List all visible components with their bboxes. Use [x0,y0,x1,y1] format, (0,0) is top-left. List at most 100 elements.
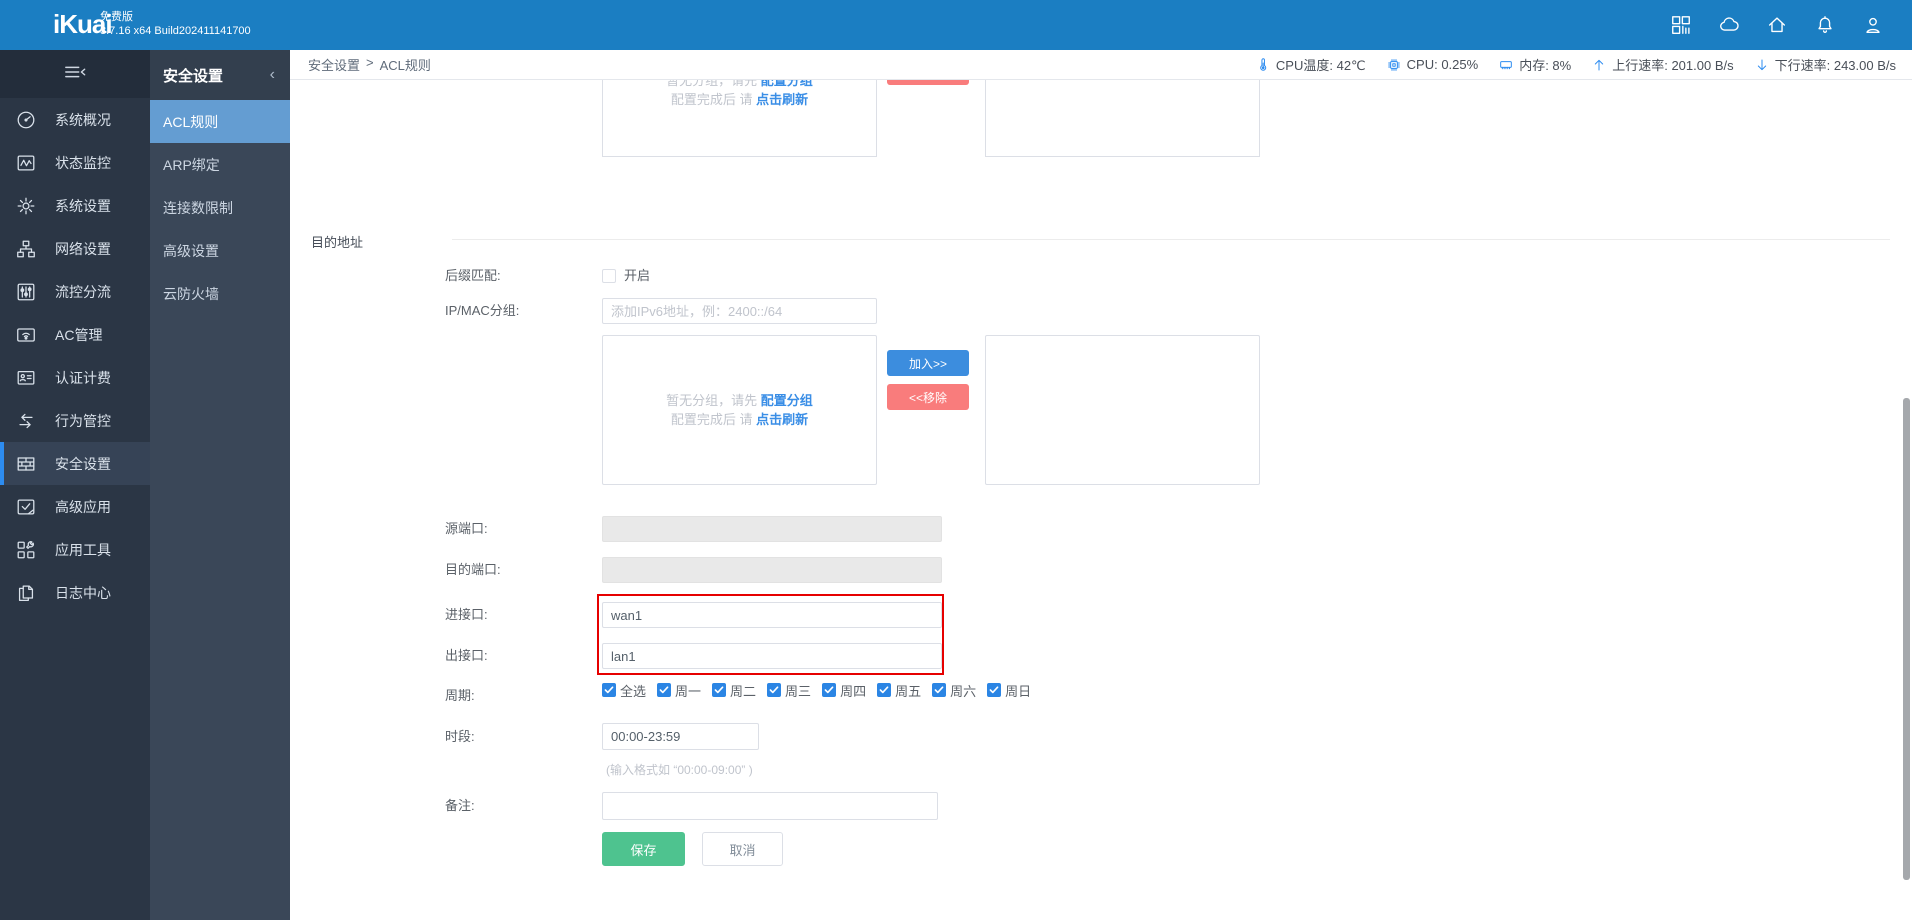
submenu-title: 安全设置 [163,67,224,85]
available-groups-listbox[interactable]: 暂无分组，请先 配置分组 配置完成后 请 点击刷新 [602,335,877,485]
cancel-button[interactable]: 取消 [702,832,783,866]
suffix-match-option-label: 开启 [624,268,651,283]
add-to-group-button[interactable]: 加入>> [887,350,969,376]
sidebar-item-label: 应用工具 [55,541,111,558]
user-icon[interactable] [1862,14,1884,36]
week-checkbox-group: 全选 周一 周二 周三 周四 周五 周六 周日 [602,677,1031,703]
submenu-item-connection-limit[interactable]: 连接数限制 [150,186,290,229]
checkbox-checked-icon[interactable] [822,683,837,697]
week-option-thursday[interactable]: 周四 [822,681,866,700]
system-metrics: CPU温度: 42℃ CPU: 0.25% 内存: 8% 上行速率: 201.0… [1255,55,1896,74]
checkbox-checked-icon[interactable] [987,683,1002,697]
week-option-label: 周一 [675,683,702,699]
week-option-monday[interactable]: 周一 [657,681,701,700]
swap-arrows-icon [15,410,37,432]
source-port-label: 源端口: [445,521,488,536]
configure-group-link[interactable]: 配置分组 [761,393,813,408]
sidebar-item-label: 流控分流 [55,283,111,300]
out-interface-row: 出接口: [290,643,1912,669]
bell-icon[interactable] [1814,14,1836,36]
wifi-icon [15,324,37,346]
chevron-left-icon[interactable]: ‹ [270,66,275,84]
remove-from-group-button-clipped[interactable]: <<移除 [887,80,969,85]
sidebar-item-advanced-apps[interactable]: 高级应用 [0,485,150,528]
remark-input[interactable] [602,792,938,820]
acl-rule-form: 暂无分组，请先 配置分组 配置完成后 请 点击刷新 <<移除 目的地址 后缀匹配… [290,80,1912,920]
gauge-icon [15,109,37,131]
arrow-up-icon [1591,57,1607,73]
sidebar-item-app-tools[interactable]: 应用工具 [0,528,150,571]
arrow-down-icon [1754,57,1770,73]
sidebar-item-security-settings[interactable]: 安全设置 [0,442,150,485]
sidebar-item-network-settings[interactable]: 网络设置 [0,227,150,270]
sidebar-item-label: 高级应用 [55,498,111,515]
sidebar-item-flow-control[interactable]: 流控分流 [0,270,150,313]
checkbox-checked-icon[interactable] [767,683,782,697]
week-option-tuesday[interactable]: 周二 [712,681,756,700]
sidebar-item-label: 状态监控 [55,154,111,171]
time-range-input[interactable] [602,723,759,750]
sidebar-item-ac-management[interactable]: AC管理 [0,313,150,356]
sidebar-item-auth-billing[interactable]: 认证计费 [0,356,150,399]
week-option-friday[interactable]: 周五 [877,681,921,700]
dest-port-input [602,557,942,583]
in-interface-input[interactable] [602,602,942,628]
checkbox-checked-icon[interactable] [657,683,672,697]
metric-text: 内存: 8% [1519,58,1572,73]
save-button[interactable]: 保存 [602,832,685,866]
time-format-hint: (输入格式如 “00:00-09:00” ) [606,763,753,777]
refresh-link[interactable]: 点击刷新 [756,92,808,107]
submenu-item-arp-binding[interactable]: ARP绑定 [150,143,290,186]
submenu-item-cloud-firewall[interactable]: 云防火墙 [150,272,290,315]
week-option-label: 周四 [840,683,867,699]
refresh-link[interactable]: 点击刷新 [756,412,808,427]
dest-port-label: 目的端口: [445,562,501,577]
topbar: iKuai 免费版 3.7.16 x64 Build202411141700 [0,0,1912,50]
ipv6-address-input[interactable] [602,298,877,324]
time-range-label: 时段: [445,729,475,744]
selected-groups-listbox[interactable] [985,335,1260,485]
cpu-usage-metric: CPU: 0.25% [1386,57,1479,73]
in-interface-row: 进接口: [290,602,1912,628]
week-option-saturday[interactable]: 周六 [932,681,976,700]
sidebar-collapse-toggle[interactable] [0,50,150,98]
firewall-icon [15,453,37,475]
sidebar-item-system-settings[interactable]: 系统设置 [0,184,150,227]
remove-from-group-button[interactable]: <<移除 [887,384,969,410]
submenu-item-advanced-settings[interactable]: 高级设置 [150,229,290,272]
apps-grid-icon[interactable] [1670,14,1692,36]
week-option-all[interactable]: 全选 [602,681,646,700]
sliders-icon [15,281,37,303]
sidebar-item-system-overview[interactable]: 系统概况 [0,98,150,141]
cloud-icon[interactable] [1718,14,1740,36]
sidebar-item-status-monitor[interactable]: 状态监控 [0,141,150,184]
logs-icon [15,582,37,604]
home-icon[interactable] [1766,14,1788,36]
checkbox-checked-icon[interactable] [602,683,616,697]
thermometer-icon [1255,57,1271,73]
source-port-row: 源端口: [290,516,1912,542]
suffix-match-label: 后缀匹配: [445,268,501,283]
out-interface-input[interactable] [602,643,942,669]
sidebar-item-behavior-control[interactable]: 行为管控 [0,399,150,442]
selected-group-listbox-clipped[interactable] [985,80,1260,157]
sidebar-item-log-center[interactable]: 日志中心 [0,571,150,614]
checkbox-checked-icon[interactable] [877,683,892,697]
metric-text: CPU: 0.25% [1406,57,1479,72]
suffix-match-checkbox[interactable] [602,269,616,283]
week-option-wednesday[interactable]: 周三 [767,681,811,700]
vertical-scrollbar-thumb[interactable] [1903,398,1910,880]
week-option-label: 周六 [950,683,977,699]
in-interface-label: 进接口: [445,607,488,622]
cpu-temperature-metric: CPU温度: 42℃ [1255,55,1366,74]
week-option-sunday[interactable]: 周日 [987,681,1031,700]
metric-text: 下行速率: 243.00 B/s [1774,58,1896,73]
checkbox-checked-icon[interactable] [712,683,727,697]
configure-group-link[interactable]: 配置分组 [761,80,813,88]
source-group-listbox-clipped[interactable]: 暂无分组，请先 配置分组 配置完成后 请 点击刷新 [602,80,877,157]
edition-label: 免费版 [100,11,133,23]
sidebar-item-label: 行为管控 [55,412,111,429]
empty-group-hint: 暂无分组，请先 配置分组 配置完成后 请 点击刷新 [603,80,876,109]
submenu-item-acl-rules[interactable]: ACL规则 [150,100,290,143]
checkbox-checked-icon[interactable] [932,683,947,697]
